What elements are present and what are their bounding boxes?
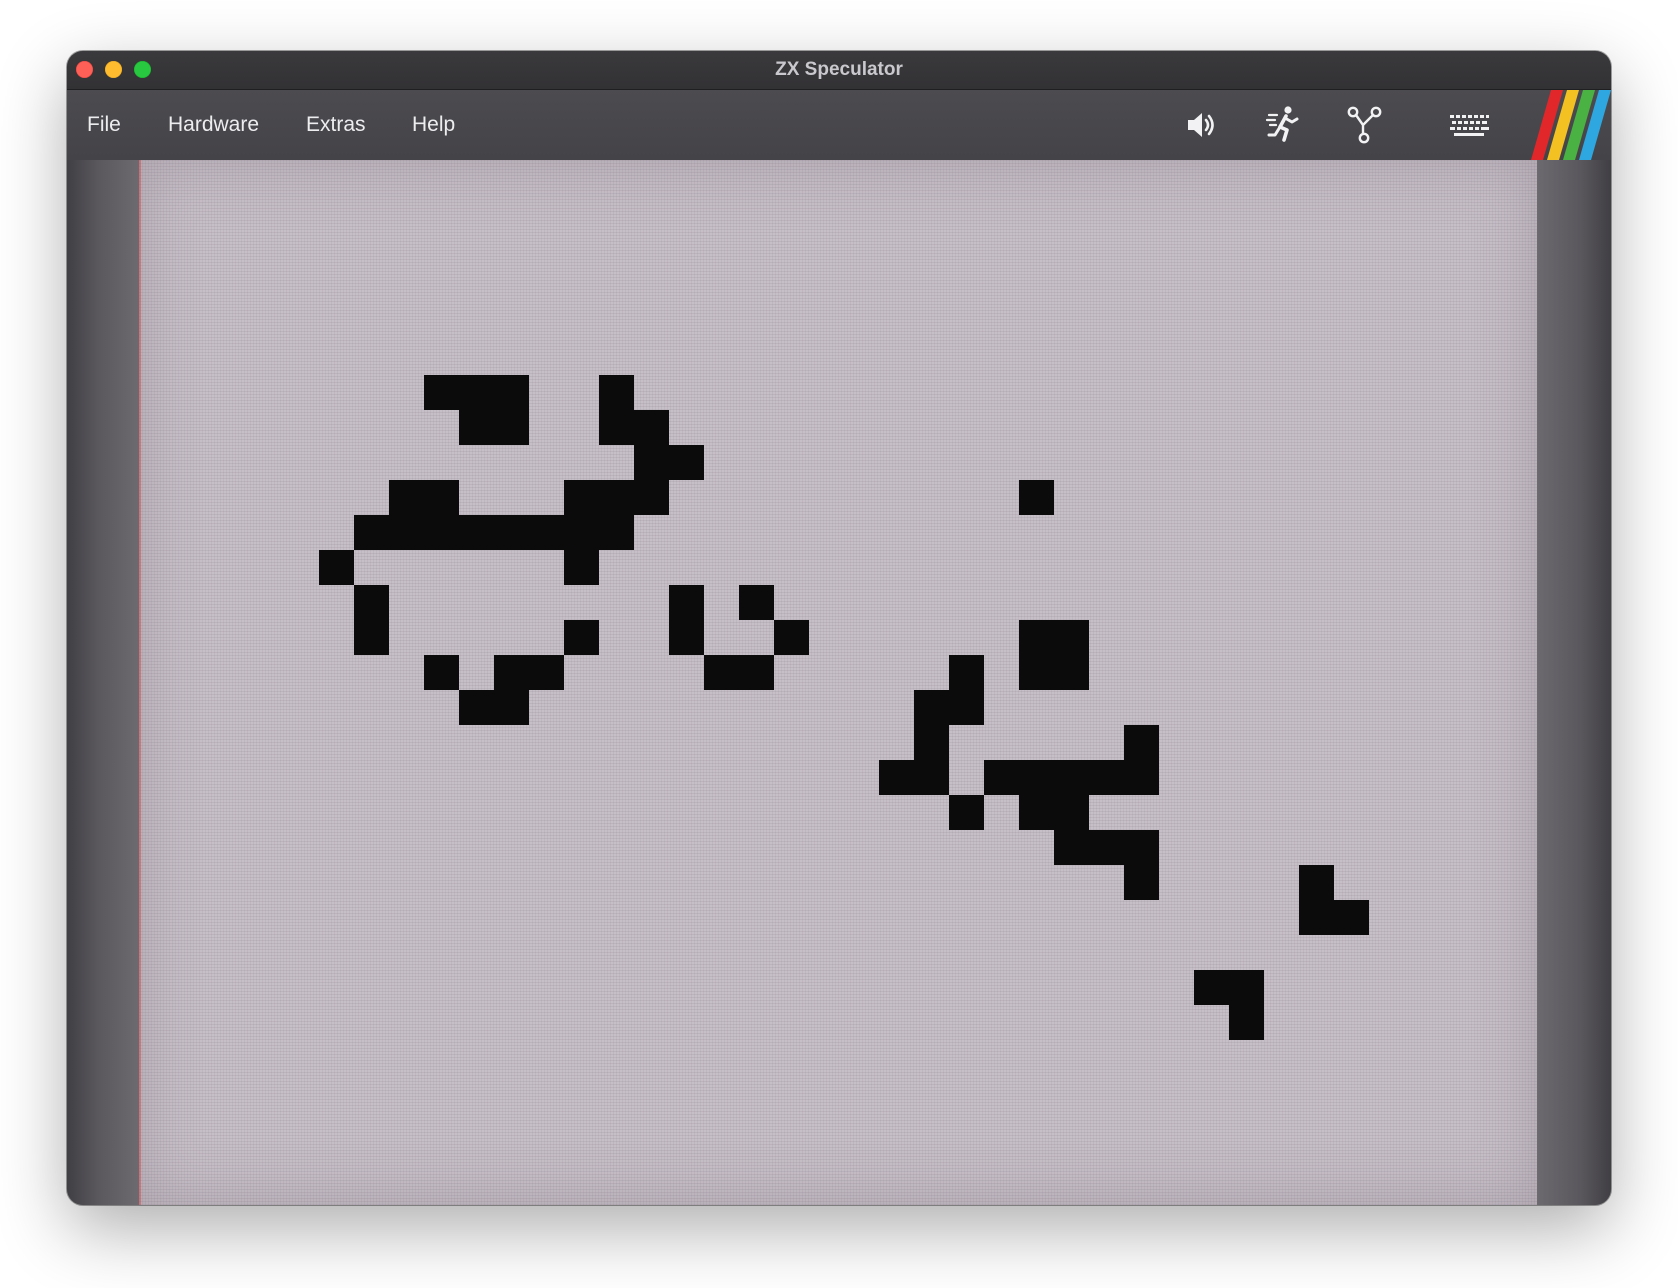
screen-pixel-block: [599, 480, 634, 515]
screen-pixel-block: [914, 690, 949, 725]
screen-pixel-block: [1124, 865, 1159, 900]
app-window: ZX Speculator File Hardware Extras Help: [67, 51, 1611, 1205]
screen-pixel-block: [459, 410, 494, 445]
screen-pixel-block: [1019, 620, 1054, 655]
spectrum-rainbow-logo: [1531, 90, 1611, 160]
screen-pixel-block: [459, 515, 494, 550]
title-bar[interactable]: ZX Speculator: [67, 51, 1611, 90]
screen-pixel-block: [1124, 725, 1159, 760]
screen-pixel-block: [564, 515, 599, 550]
screen-pixel-block: [949, 655, 984, 690]
screen-pixel-block: [494, 410, 529, 445]
screen-pixel-block: [1019, 795, 1054, 830]
screen-pixel-block: [984, 760, 1019, 795]
window-title: ZX Speculator: [775, 59, 903, 80]
menu-file[interactable]: File: [87, 90, 121, 160]
screen-pixel-block: [424, 655, 459, 690]
screen-pixel-block: [1019, 655, 1054, 690]
screen-pixel-block: [424, 515, 459, 550]
screen-pixel-block: [949, 795, 984, 830]
keyboard-icon[interactable]: [1448, 112, 1490, 138]
screen-pixel-block: [1019, 480, 1054, 515]
running-man-icon[interactable]: [1265, 105, 1301, 143]
screen-pixel-block: [389, 480, 424, 515]
screen-pixel-block: [704, 655, 739, 690]
screen-pixel-block: [564, 550, 599, 585]
screen-pixel-block: [599, 515, 634, 550]
screen-pixel-block: [459, 375, 494, 410]
screen-pixel-block: [459, 690, 494, 725]
screen-pixel-block: [1299, 865, 1334, 900]
screen-pixel-block: [1124, 830, 1159, 865]
screen-pixel-block: [1229, 970, 1264, 1005]
screen-pixel-block: [354, 585, 389, 620]
screen-pixel-block: [599, 375, 634, 410]
screen-pixel-block: [319, 550, 354, 585]
screen-pixel-block: [1054, 760, 1089, 795]
menu-hardware[interactable]: Hardware: [168, 90, 259, 160]
screen-pixel-block: [1229, 1005, 1264, 1040]
screen-pixel-block: [494, 515, 529, 550]
screen-pixel-block: [1194, 970, 1229, 1005]
screen-pixel-block: [1054, 795, 1089, 830]
screen-pixel-block: [1124, 760, 1159, 795]
screen-pixel-block: [634, 480, 669, 515]
screen-pixel-block: [1089, 830, 1124, 865]
screen-pixel-block: [389, 515, 424, 550]
menu-extras[interactable]: Extras: [306, 90, 366, 160]
screen-pixel-block: [1054, 620, 1089, 655]
screen-pixel-block: [1299, 900, 1334, 935]
speaker-icon[interactable]: [1184, 108, 1218, 142]
screen-pixel-block: [424, 480, 459, 515]
screen-pixel-block: [774, 620, 809, 655]
screen-pixel-block: [739, 655, 774, 690]
screen-pixel-block: [1334, 900, 1369, 935]
screen-pixel-block: [1054, 830, 1089, 865]
screen-pixel-block: [669, 445, 704, 480]
screen-pixel-block: [564, 620, 599, 655]
screen-pixel-block: [564, 480, 599, 515]
screen-pixel-block: [669, 620, 704, 655]
screen-pixel-block: [494, 655, 529, 690]
screen-pixel-block: [529, 515, 564, 550]
spectrum-screen[interactable]: [139, 160, 1537, 1205]
screen-pixel-block: [914, 725, 949, 760]
screen-pixel-block: [1089, 760, 1124, 795]
toolbar: File Hardware Extras Help: [67, 90, 1611, 160]
screen-pixel-block: [634, 410, 669, 445]
screen-pixel-block: [1054, 655, 1089, 690]
screen-pixel-block: [354, 620, 389, 655]
screen-pixel-block: [914, 760, 949, 795]
branch-icon[interactable]: [1346, 106, 1384, 144]
screen-pixel-block: [494, 375, 529, 410]
screen-pixel-block: [669, 585, 704, 620]
screen-pixel-block: [494, 690, 529, 725]
screen-pixel-block: [739, 585, 774, 620]
screen-pixel-block: [879, 760, 914, 795]
screen-pixel-block: [529, 655, 564, 690]
screen-pixel-block: [599, 410, 634, 445]
screen-pixel-block: [424, 375, 459, 410]
screen-pixel-block: [354, 515, 389, 550]
emulator-viewport: [67, 160, 1611, 1205]
menu-help[interactable]: Help: [412, 90, 455, 160]
screen-pixel-block: [949, 690, 984, 725]
screen-pixel-block: [634, 445, 669, 480]
screen-pixel-block: [1019, 760, 1054, 795]
